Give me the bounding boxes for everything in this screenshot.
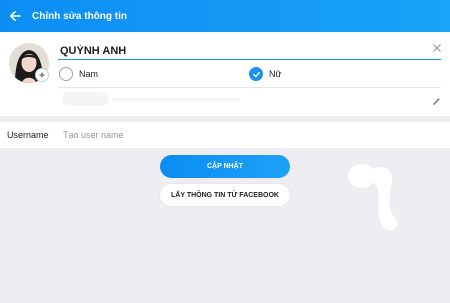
username-label: Username xyxy=(7,130,49,140)
redacted-line xyxy=(112,98,240,101)
change-avatar-button[interactable] xyxy=(35,68,49,82)
divider xyxy=(58,87,441,88)
gender-option-male[interactable]: Nam xyxy=(59,66,98,82)
edit-button[interactable] xyxy=(431,94,442,105)
redacted-field xyxy=(62,92,108,106)
update-button[interactable]: CẬP NHẬT xyxy=(160,155,290,178)
back-button[interactable] xyxy=(0,0,30,32)
plus-icon xyxy=(39,72,45,78)
pencil-icon xyxy=(433,98,440,105)
gender-label-female: Nữ xyxy=(269,69,282,79)
profile-card: Nam Nữ xyxy=(0,32,450,116)
gender-label-male: Nam xyxy=(79,69,99,79)
name-field-underline xyxy=(58,59,441,60)
facebook-import-button[interactable]: LẤY THÔNG TIN TỪ FACEBOOK xyxy=(160,184,290,206)
username-row: Username xyxy=(0,122,450,148)
checkmark-icon xyxy=(252,71,260,77)
name-field[interactable] xyxy=(60,41,385,61)
close-icon xyxy=(433,44,441,52)
redaction-blot xyxy=(348,164,397,231)
arrow-left-icon xyxy=(10,11,21,21)
gender-option-female[interactable]: Nữ xyxy=(249,66,282,82)
radio-unchecked-icon[interactable] xyxy=(59,67,73,81)
clear-name-button[interactable] xyxy=(430,41,444,55)
top-bar: Chỉnh sửa thông tin xyxy=(0,0,450,32)
page-title: Chỉnh sửa thông tin xyxy=(32,10,128,22)
radio-checked-icon[interactable] xyxy=(249,67,263,81)
username-input[interactable] xyxy=(63,130,433,140)
